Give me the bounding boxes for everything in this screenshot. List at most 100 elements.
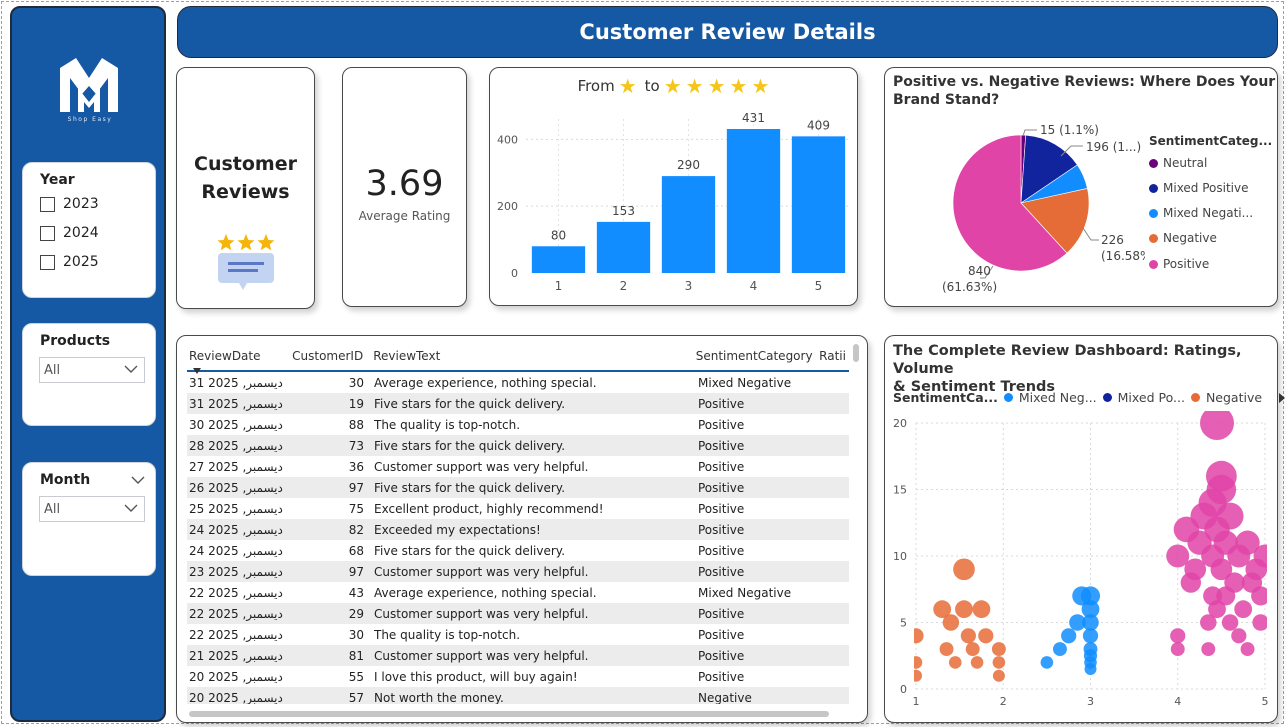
table-row[interactable]: 21 2025 ,دیسمبر 81 Customer support was ve… (187, 645, 849, 666)
table-row[interactable]: 25 2025 ,دیسمبر 75 Excellent product, high… (187, 498, 849, 519)
table-cell: 19 (348, 396, 364, 411)
table-row[interactable]: 23 2025 ,دیسمبر 97 Customer support was ve… (187, 561, 849, 582)
column-header-reviewtext[interactable]: ReviewText (369, 349, 696, 363)
legend-item-negative[interactable]: Negative (1149, 231, 1217, 245)
table-cell: 82 (348, 522, 364, 537)
table-cell: Positive (698, 459, 745, 474)
table-cell: Customer support was very helpful. (374, 606, 589, 621)
table-cell: 28 2025 ,دیسمبر (189, 438, 283, 453)
table-row[interactable]: 24 2025 ,دیسمبر 68 Five stars for the quic… (187, 540, 849, 561)
y-tick-label: 0 (900, 683, 907, 696)
table-cell: 30 2025 ,دیسمبر (189, 417, 283, 432)
table-cell: 25 2025 ,دیسمبر (189, 501, 283, 516)
table-cell: Average experience, nothing special. (374, 585, 597, 600)
average-rating-value: 3.69 (365, 164, 444, 204)
y-tick-label: 15 (893, 484, 907, 497)
table-cell: Positive (698, 522, 745, 537)
table-cell: Mixed Negative (698, 585, 792, 600)
column-header-rating[interactable]: Ratii (819, 349, 849, 363)
scatter-point (1170, 628, 1186, 644)
month-slicer: Month All (22, 462, 156, 576)
month-dropdown[interactable]: All (39, 496, 145, 522)
table-cell: The quality is top-notch. (374, 417, 521, 432)
scatter-point (991, 642, 1006, 657)
table-row[interactable]: 24 2025 ,دیسمبر 82 Exceeded my expectation… (187, 519, 849, 540)
scatter-point (1252, 614, 1267, 631)
table-row[interactable]: 20 2025 ,دیسمبر 55 I love this product, wi… (187, 666, 849, 687)
year-option-2024[interactable]: 2024 (40, 225, 99, 241)
table-row[interactable]: 30 2025 ,دیسمبر 88 The quality is top-notc… (187, 414, 849, 435)
column-header-reviewdate[interactable]: ReviewDate (187, 349, 292, 363)
checkbox-icon[interactable] (40, 225, 55, 241)
data-label: 153 (612, 204, 635, 218)
bar (596, 221, 651, 273)
horizontal-scrollbar[interactable] (189, 711, 829, 717)
scatter-point (1200, 411, 1235, 440)
pie-chart: 15 (1.1%) 196 (1...) 226 (16.58%) 840 (61.63%… (942, 123, 1145, 294)
x-tick-label: 5 (1262, 695, 1269, 708)
average-rating-card: 3.69 Average Rating (342, 67, 467, 307)
table-cell: 23 2025 ,دیسمبر (189, 564, 283, 579)
table-cell: 97 (348, 480, 364, 495)
x-tick-label: 3 (1087, 695, 1094, 708)
legend-item-mixed-negative[interactable]: Mixed Negati... (1149, 206, 1253, 220)
year-slicer-title: Year (40, 172, 75, 188)
products-dropdown[interactable]: All (39, 357, 145, 383)
legend-item-neutral[interactable]: Neutral (1149, 156, 1207, 170)
table-cell: 30 (348, 375, 364, 390)
table-cell: Exceeded my expectations! (374, 522, 541, 537)
table-cell: Excellent product, highly recommend! (374, 501, 604, 516)
x-tick-label: 4 (750, 279, 758, 293)
table-cell: Positive (698, 669, 745, 684)
scatter-point (1224, 572, 1245, 593)
year-option-2023[interactable]: 2023 (40, 196, 99, 212)
table-row[interactable]: 22 2025 ,دیسمبر 43 Average experience, not… (187, 582, 849, 603)
x-tick-label: 4 (1174, 695, 1181, 708)
table-cell: 55 (348, 669, 364, 684)
table-row[interactable]: 22 2025 ,دیسمبر 29 Customer support was ve… (187, 603, 849, 624)
rating-distribution-card: From ★ to ★ ★ ★ ★ ★ 0 200 400 80 1 153 2 290 3 43… (489, 67, 858, 306)
table-cell: Negative (698, 690, 752, 705)
month-slicer-title: Month (40, 472, 91, 488)
report-canvas: Shop Easy Year 2023 2024 2025 Products A… (1, 1, 1286, 724)
table-cell: 26 2025 ,دیسمبر (189, 480, 283, 495)
scatter-point (1240, 642, 1255, 657)
scatter-point (1251, 586, 1267, 606)
legend-next-icon[interactable] (1278, 392, 1286, 403)
scatter-point (914, 656, 923, 669)
bar-chart: 0 200 400 80 1 153 2 290 3 431 4 409 5 (497, 111, 851, 293)
column-header-customerid[interactable]: CustomerID (292, 349, 370, 363)
vertical-scrollbar[interactable] (853, 344, 859, 362)
sort-desc-icon[interactable] (193, 368, 201, 374)
products-slicer: Products All (22, 323, 156, 426)
sentiment-pie-card: Positive vs. Negative Reviews: Where Doe… (884, 67, 1278, 307)
table-row[interactable]: 27 2025 ,دیسمبر 36 Customer support was ve… (187, 456, 849, 477)
table-row[interactable]: 31 2025 ,دیسمبر 30 Average experience, not… (187, 372, 849, 393)
table-cell: 24 2025 ,دیسمبر (189, 543, 283, 558)
table-cell: 22 2025 ,دیسمبر (189, 585, 283, 600)
table-row[interactable]: 20 2025 ,دیسمبر 57 Not worth the money. Neg… (187, 687, 849, 704)
table-row[interactable]: 28 2025 ,دیسمبر 73 Five stars for the quic… (187, 435, 849, 456)
table-cell: Positive (698, 543, 745, 558)
chevron-down-icon[interactable] (131, 475, 145, 485)
table-row[interactable]: 22 2025 ,دیسمبر 30 The quality is top-notc… (187, 624, 849, 645)
scatter-point (1061, 628, 1077, 644)
table-cell: 20 2025 ,دیسمبر (189, 690, 283, 705)
scatter-point (1231, 628, 1247, 644)
table-row[interactable]: 26 2025 ,دیسمبر 97 Five stars for the quic… (187, 477, 849, 498)
column-header-sentiment[interactable]: SentimentCategory (696, 349, 819, 363)
table-cell: Positive (698, 627, 745, 642)
checkbox-icon[interactable] (40, 254, 55, 270)
checkbox-icon[interactable] (40, 196, 55, 212)
table-cell: Positive (698, 648, 745, 663)
table-row[interactable]: 31 2025 ,دیسمبر 19 Five stars for the quic… (187, 393, 849, 414)
table-cell: Positive (698, 501, 745, 516)
review-stars-icon (217, 234, 275, 290)
x-tick-label: 5 (815, 279, 823, 293)
table-cell: Not worth the money. (374, 690, 504, 705)
x-tick-label: 2 (620, 279, 628, 293)
table-cell: Positive (698, 438, 745, 453)
legend-item-positive[interactable]: Positive (1149, 257, 1209, 271)
legend-item-mixed-positive[interactable]: Mixed Positive (1149, 181, 1249, 195)
year-option-2025[interactable]: 2025 (40, 254, 99, 270)
